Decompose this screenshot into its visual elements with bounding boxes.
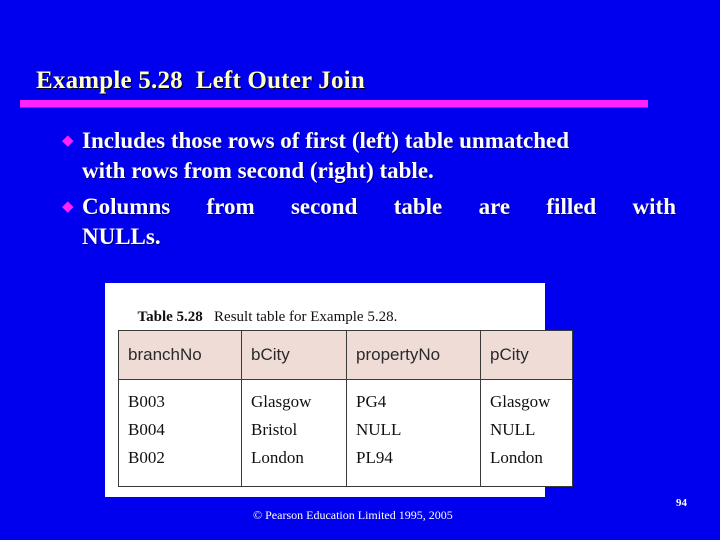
cell-pcity: NULL	[480, 416, 573, 444]
column-header-branchno: branchNo	[118, 330, 242, 380]
table-row: B004 Bristol NULL NULL	[118, 416, 573, 444]
list-item: ◆ Includes those rows of first (left) ta…	[62, 126, 676, 186]
cell-branchno: B002	[118, 444, 242, 487]
diamond-bullet-icon: ◆	[62, 199, 74, 215]
bullet-line: with rows from second (right) table.	[82, 158, 434, 183]
slide-canvas: Example 5.28 Left Outer Join ◆ Includes …	[0, 0, 720, 540]
table-row: B003 Glasgow PG4 Glasgow	[118, 379, 573, 416]
list-item: ◆ Columns from second table are filled w…	[62, 192, 676, 252]
bullet-text-1: Includes those rows of first (left) tabl…	[82, 126, 676, 186]
cell-propertyno: PL94	[346, 444, 481, 487]
figure-panel: Table 5.28 Result table for Example 5.28…	[105, 283, 573, 497]
diamond-bullet-icon: ◆	[62, 133, 74, 149]
cell-propertyno: NULL	[346, 416, 481, 444]
title-block: Example 5.28 Left Outer Join	[20, 66, 648, 107]
table-header-row: branchNo bCity propertyNo pCity	[118, 330, 573, 380]
result-table: branchNo bCity propertyNo pCity B003 Gla…	[118, 330, 573, 487]
cell-bcity: Glasgow	[241, 379, 347, 416]
cell-propertyno: PG4	[346, 379, 481, 416]
bullet-line: NULLs.	[82, 224, 161, 249]
column-header-pcity: pCity	[480, 330, 573, 380]
column-header-bcity: bCity	[241, 330, 347, 380]
table-row: B002 London PL94 London	[118, 444, 573, 487]
page-number: 94	[676, 497, 687, 509]
title-underline-rule	[20, 100, 648, 107]
cell-branchno: B003	[118, 379, 242, 416]
cell-bcity: Bristol	[241, 416, 347, 444]
cell-pcity: London	[480, 444, 573, 487]
page-title: Example 5.28 Left Outer Join	[36, 67, 365, 94]
bullet-list: ◆ Includes those rows of first (left) ta…	[62, 126, 676, 258]
bullet-line: Includes those rows of first (left) tabl…	[82, 128, 570, 153]
figure-caption-label: Table 5.28	[137, 309, 203, 325]
column-header-propertyno: propertyNo	[346, 330, 481, 380]
bullet-text-2: Columns from second table are filled wit…	[82, 192, 676, 252]
cell-branchno: B004	[118, 416, 242, 444]
cell-pcity: Glasgow	[480, 379, 573, 416]
cell-bcity: London	[241, 444, 347, 487]
bullet-line: Columns from second table are filled wit…	[82, 194, 676, 219]
copyright-notice: © Pearson Education Limited 1995, 2005	[253, 508, 453, 522]
figure-caption-text: Result table for Example 5.28.	[202, 309, 398, 325]
